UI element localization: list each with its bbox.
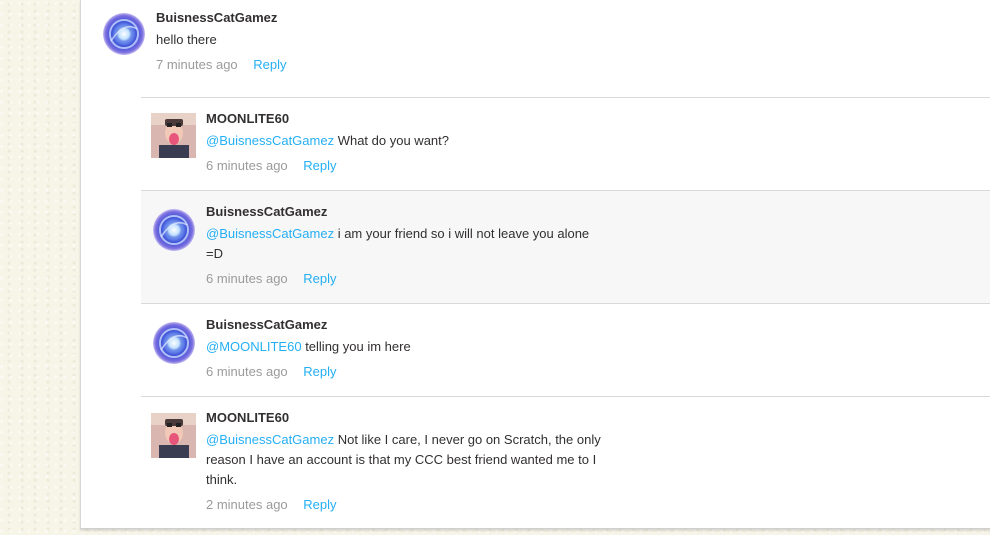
- comment-username[interactable]: BuisnessCatGamez: [206, 202, 601, 222]
- mention-link[interactable]: @BuisnessCatGamez: [206, 432, 334, 447]
- reply-button[interactable]: Reply: [303, 271, 336, 286]
- comment-timestamp: 6 minutes ago: [206, 271, 288, 286]
- comment-timestamp: 6 minutes ago: [206, 158, 288, 173]
- reply-button[interactable]: Reply: [303, 364, 336, 379]
- reply-button[interactable]: Reply: [303, 158, 336, 173]
- mention-link[interactable]: @BuisnessCatGamez: [206, 133, 334, 148]
- comment-username[interactable]: MOONLITE60: [206, 109, 611, 129]
- person-avatar-icon[interactable]: [151, 113, 196, 158]
- comment-username[interactable]: BuisnessCatGamez: [156, 8, 561, 28]
- comment-timestamp: 2 minutes ago: [206, 497, 288, 512]
- comment-username[interactable]: MOONLITE60: [206, 408, 611, 428]
- comment-body: telling you im here: [305, 339, 411, 354]
- comment-text: @BuisnessCatGamez i am your friend so i …: [206, 224, 601, 264]
- glowing-orb-avatar-icon[interactable]: [151, 320, 196, 365]
- comment-body: What do you want?: [337, 133, 449, 148]
- comment-text: hello there: [156, 30, 561, 50]
- reply-comment-item: BuisnessCatGamez @MOONLITE60 telling you…: [141, 303, 990, 396]
- comment-timestamp: 7 minutes ago: [156, 57, 238, 72]
- reply-button[interactable]: Reply: [253, 57, 286, 72]
- mention-link[interactable]: @MOONLITE60: [206, 339, 302, 354]
- reply-comment-item: MOONLITE60 @BuisnessCatGamez What do you…: [141, 97, 990, 190]
- reply-button[interactable]: Reply: [303, 497, 336, 512]
- glowing-orb-avatar-icon[interactable]: [151, 207, 196, 252]
- comments-panel: BuisnessCatGamez hello there 7 minutes a…: [80, 0, 990, 529]
- comment-item: BuisnessCatGamez hello there 7 minutes a…: [81, 0, 990, 97]
- comment-body: hello there: [156, 32, 217, 47]
- comment-text: @BuisnessCatGamez What do you want?: [206, 131, 611, 151]
- glowing-orb-avatar-icon[interactable]: [101, 11, 146, 56]
- reply-comment-item: MOONLITE60 @BuisnessCatGamez Not like I …: [141, 396, 990, 528]
- reply-comment-item: BuisnessCatGamez @BuisnessCatGamez i am …: [141, 190, 990, 303]
- comment-username[interactable]: BuisnessCatGamez: [206, 315, 611, 335]
- mention-link[interactable]: @BuisnessCatGamez: [206, 226, 334, 241]
- comment-text: @BuisnessCatGamez Not like I care, I nev…: [206, 430, 611, 490]
- comment-timestamp: 6 minutes ago: [206, 364, 288, 379]
- person-avatar-icon[interactable]: [151, 413, 196, 458]
- comment-text: @MOONLITE60 telling you im here: [206, 337, 611, 357]
